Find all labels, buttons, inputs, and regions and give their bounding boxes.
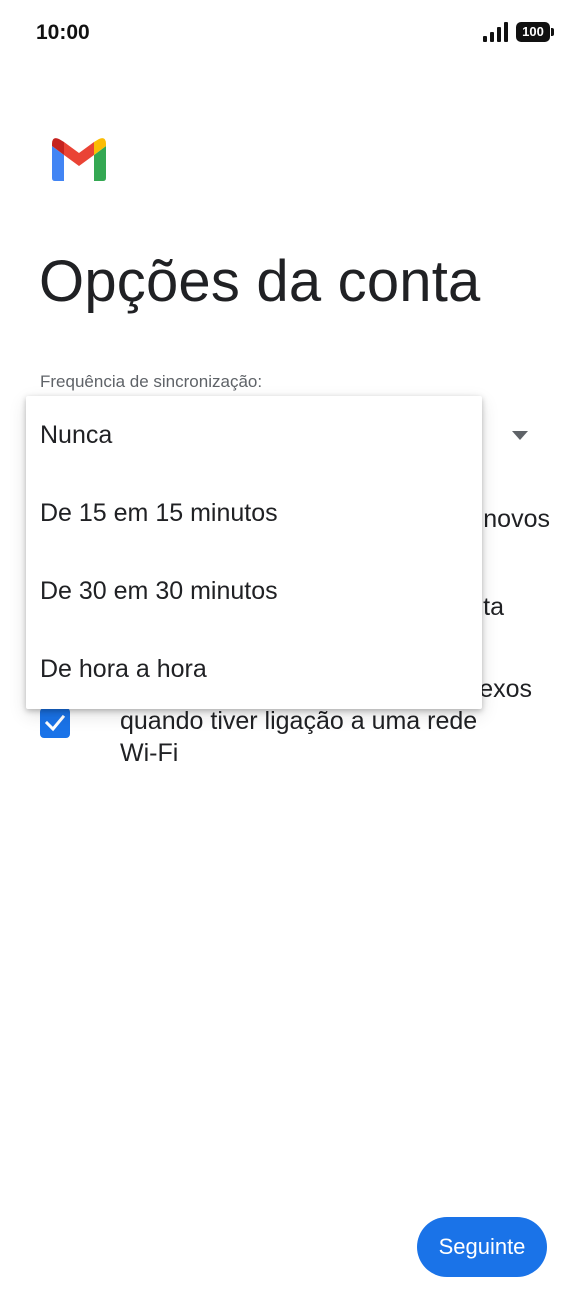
dropdown-option-never[interactable]: Nunca	[26, 396, 482, 474]
dropdown-option-30-minutes[interactable]: De 30 em 30 minutos	[26, 552, 482, 630]
page-title: Opções da conta	[39, 249, 481, 314]
battery-icon: 100	[516, 22, 554, 42]
dropdown-arrow-icon[interactable]	[512, 431, 528, 440]
dropdown-option-hourly[interactable]: De hora a hora	[26, 630, 482, 708]
download-attachments-checkbox[interactable]	[40, 708, 70, 738]
dropdown-option-15-minutes[interactable]: De 15 em 15 minutos	[26, 474, 482, 552]
status-icons: 100	[483, 22, 554, 42]
status-time: 10:00	[36, 21, 90, 44]
account-options-screen: 10:00 100 Opções da conta Frequência de …	[0, 0, 586, 1305]
attachments-line-3: Wi-Fi	[120, 739, 179, 767]
attachments-line-2: quando tiver ligação a uma rede	[120, 707, 478, 735]
cellular-signal-icon	[483, 22, 508, 42]
next-button[interactable]: Seguinte	[417, 1217, 547, 1277]
gmail-logo-icon	[52, 138, 106, 181]
checkmark-icon	[44, 714, 66, 732]
sync-frequency-label: Frequência de sincronização:	[40, 372, 263, 391]
sync-frequency-dropdown: Nunca De 15 em 15 minutos De 30 em 30 mi…	[26, 396, 482, 709]
